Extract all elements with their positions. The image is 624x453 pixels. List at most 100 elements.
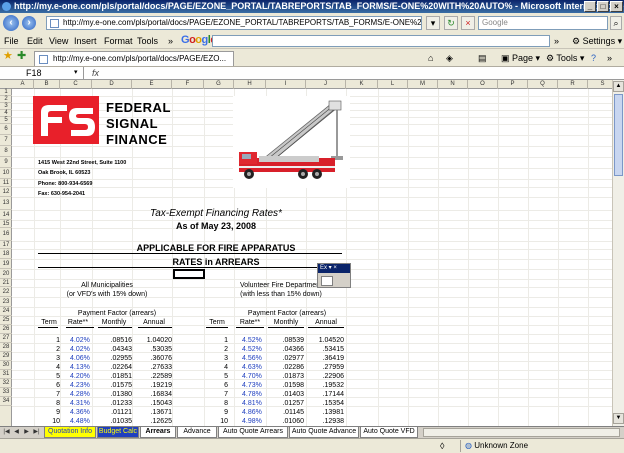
menu-edit[interactable]: Edit	[27, 35, 43, 47]
stop-icon[interactable]: ×	[461, 16, 475, 30]
google-toolbar-input[interactable]	[212, 35, 550, 47]
row-header[interactable]: 16	[0, 228, 12, 241]
column-header[interactable]: B	[34, 80, 60, 89]
sheet-tab[interactable]: Budget Calc	[97, 427, 139, 438]
floating-toolbar[interactable]: Ex ▾ ×	[317, 263, 351, 288]
settings-button[interactable]: ⚙ Settings ▾	[572, 35, 622, 47]
row-header[interactable]: 5	[0, 117, 12, 124]
row-header[interactable]: 27	[0, 334, 12, 343]
browser-tab[interactable]: http://my.e-one.com/pls/portal/docs/PAGE…	[34, 51, 234, 66]
row-header[interactable]: 33	[0, 388, 12, 397]
fx-icon[interactable]: fx	[92, 67, 99, 79]
sheet-tab[interactable]: Auto Quote Arrears	[218, 427, 288, 438]
close-button[interactable]: ×	[610, 1, 623, 12]
add-favorites-icon[interactable]: ✚	[17, 50, 26, 62]
row-header[interactable]: 7	[0, 135, 12, 146]
column-header[interactable]: J	[306, 80, 346, 89]
vertical-scrollbar[interactable]: ▲ ▼	[612, 80, 624, 426]
name-box[interactable]: F18	[0, 67, 84, 79]
row-header[interactable]: 30	[0, 361, 12, 370]
formula-input[interactable]	[104, 67, 609, 79]
search-input[interactable]: Google	[478, 16, 608, 30]
column-header[interactable]: S	[588, 80, 612, 89]
name-box-dropdown-icon[interactable]: ▾	[74, 67, 78, 79]
column-header[interactable]: F	[172, 80, 204, 89]
row-header[interactable]: 25	[0, 316, 12, 325]
column-header[interactable]: O	[468, 80, 498, 89]
last-sheet-icon[interactable]: ▶|	[32, 428, 41, 437]
row-header[interactable]: 18	[0, 249, 12, 259]
row-header[interactable]: 14	[0, 210, 12, 220]
search-icon[interactable]: ⌕	[610, 16, 622, 30]
dropdown-arrow-icon[interactable]: ▾	[426, 16, 440, 30]
first-sheet-icon[interactable]: |◀	[2, 428, 11, 437]
menu-file[interactable]: File	[4, 35, 19, 47]
minimize-button[interactable]: _	[584, 1, 596, 12]
address-bar[interactable]: http://my.e-one.com/pls/portal/docs/PAGE…	[46, 16, 422, 30]
sheet-tab[interactable]: Auto Quote VFD	[360, 427, 418, 438]
row-header[interactable]: 22	[0, 287, 12, 297]
column-header[interactable]: K	[346, 80, 378, 89]
column-header[interactable]: D	[92, 80, 132, 89]
refresh-icon[interactable]: ↻	[444, 16, 458, 30]
feeds-icon[interactable]: ◈	[446, 52, 453, 64]
sheet-tab[interactable]: Arrears	[140, 427, 176, 438]
next-sheet-icon[interactable]: ▶	[22, 428, 31, 437]
column-header[interactable]: I	[266, 80, 306, 89]
sheet-tab[interactable]: Auto Quote Advance	[289, 427, 359, 438]
column-header[interactable]: A	[12, 80, 34, 89]
row-header[interactable]: 21	[0, 279, 12, 287]
row-header[interactable]: 17	[0, 241, 12, 249]
row-header[interactable]: 20	[0, 269, 12, 279]
google-go-icon[interactable]: »	[554, 35, 559, 47]
column-header[interactable]: C	[60, 80, 92, 89]
back-button[interactable]: ‹	[3, 15, 19, 31]
page-menu[interactable]: ▣ Page ▾	[501, 52, 540, 64]
row-header[interactable]: 11	[0, 179, 12, 187]
scroll-down-icon[interactable]: ▼	[613, 413, 624, 424]
scroll-thumb[interactable]	[614, 94, 623, 176]
column-header[interactable]: R	[558, 80, 588, 89]
column-header[interactable]: M	[408, 80, 438, 89]
column-header[interactable]: P	[498, 80, 528, 89]
row-header[interactable]: 1	[0, 89, 12, 96]
menu-format[interactable]: Format	[104, 35, 133, 47]
row-header[interactable]: 19	[0, 259, 12, 269]
scroll-up-icon[interactable]: ▲	[613, 81, 624, 92]
row-header[interactable]: 23	[0, 297, 12, 307]
row-header[interactable]: 26	[0, 325, 12, 334]
row-header[interactable]: 28	[0, 343, 12, 352]
column-header[interactable]: L	[378, 80, 408, 89]
horizontal-scrollbar[interactable]	[423, 428, 620, 437]
row-header[interactable]: 8	[0, 146, 12, 157]
column-header[interactable]: N	[438, 80, 468, 89]
row-header[interactable]: 31	[0, 370, 12, 379]
sheet-tab[interactable]: Quotation Info	[44, 427, 96, 438]
menu-tools[interactable]: Tools	[137, 35, 158, 47]
chevron-right-icon[interactable]: »	[168, 35, 173, 47]
favorites-star-icon[interactable]: ★	[3, 50, 13, 62]
chevron-right-icon[interactable]: »	[607, 52, 612, 64]
column-header[interactable]: H	[234, 80, 266, 89]
row-header[interactable]: 2	[0, 96, 12, 103]
row-header[interactable]: 32	[0, 379, 12, 388]
print-icon[interactable]: ▤	[478, 52, 487, 64]
row-header[interactable]: 15	[0, 220, 12, 228]
row-header[interactable]: 12	[0, 187, 12, 197]
home-icon[interactable]: ⌂	[428, 52, 433, 64]
tools-menu[interactable]: ⚙ Tools ▾	[546, 52, 584, 64]
menu-view[interactable]: View	[49, 35, 68, 47]
close-icon[interactable]: ×	[333, 265, 337, 271]
column-header[interactable]: Q	[528, 80, 558, 89]
row-header[interactable]: 24	[0, 307, 12, 316]
row-header[interactable]: 13	[0, 197, 12, 210]
forward-button[interactable]: ›	[22, 16, 36, 30]
chart-icon[interactable]	[321, 276, 333, 286]
row-header[interactable]: 29	[0, 352, 12, 361]
row-header[interactable]: 9	[0, 157, 12, 168]
column-header[interactable]: G	[204, 80, 234, 89]
column-header[interactable]: E	[132, 80, 172, 89]
active-cell[interactable]	[173, 269, 205, 279]
row-header[interactable]: 10	[0, 168, 12, 179]
row-header[interactable]: 34	[0, 397, 12, 406]
